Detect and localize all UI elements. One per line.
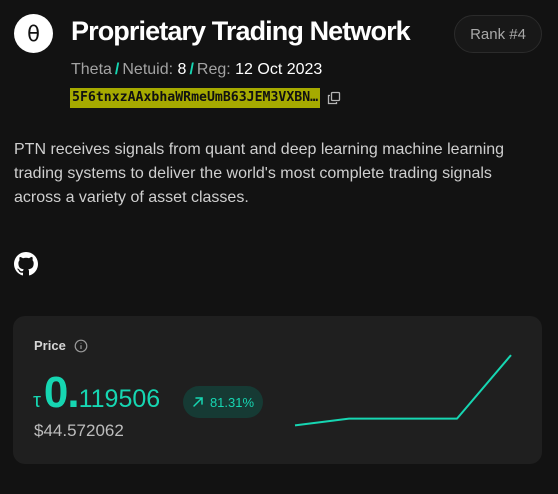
arrow-up-right-icon [192, 396, 204, 408]
meta-separator: / [114, 61, 120, 78]
subnet-logo: θ [14, 14, 53, 53]
netuid-label: Netuid: [122, 61, 174, 78]
price-decimal: 119506 [78, 385, 161, 413]
theta-icon: θ [27, 21, 40, 46]
copy-icon[interactable] [327, 91, 341, 105]
price-label-text: Price [34, 338, 66, 353]
price-card: Price τ 0. 119506 81.31% $44.572062 [13, 316, 542, 464]
price-change-badge: 81.31% [183, 386, 263, 418]
github-icon[interactable] [14, 252, 38, 276]
subnet-meta: Theta / Netuid: 8/Reg: 12 Oct 2023 [71, 61, 322, 79]
netuid-value: 8 [177, 61, 187, 78]
rank-badge: Rank #4 [454, 15, 542, 53]
price-sparkline [294, 354, 512, 427]
price-integer: 0. [43, 368, 80, 417]
price-value: τ 0. 119506 [33, 368, 160, 418]
info-icon[interactable] [74, 339, 88, 353]
reg-label: Reg: [196, 61, 231, 78]
price-change-value: 81.31% [209, 394, 255, 410]
usd-price: $44.572062 [34, 421, 124, 440]
tao-symbol: τ [33, 390, 41, 412]
page-title: Proprietary Trading Network [71, 16, 411, 46]
price-label: Price [34, 338, 88, 353]
subnet-page: θ Proprietary Trading Network Rank #4 Th… [0, 0, 558, 494]
meta-separator: / [189, 61, 194, 78]
address-row: 5F6tnxzAAxbhaWRmeUmB63JEM3VXBN… [70, 88, 341, 108]
subnet-description: PTN receives signals from quant and deep… [14, 141, 505, 206]
subnet-address[interactable]: 5F6tnxzAAxbhaWRmeUmB63JEM3VXBN… [70, 88, 321, 108]
reg-date: 12 Oct 2023 [235, 61, 323, 78]
subnet-name: Theta [71, 61, 112, 78]
sparkline-series-0 [294, 354, 512, 427]
